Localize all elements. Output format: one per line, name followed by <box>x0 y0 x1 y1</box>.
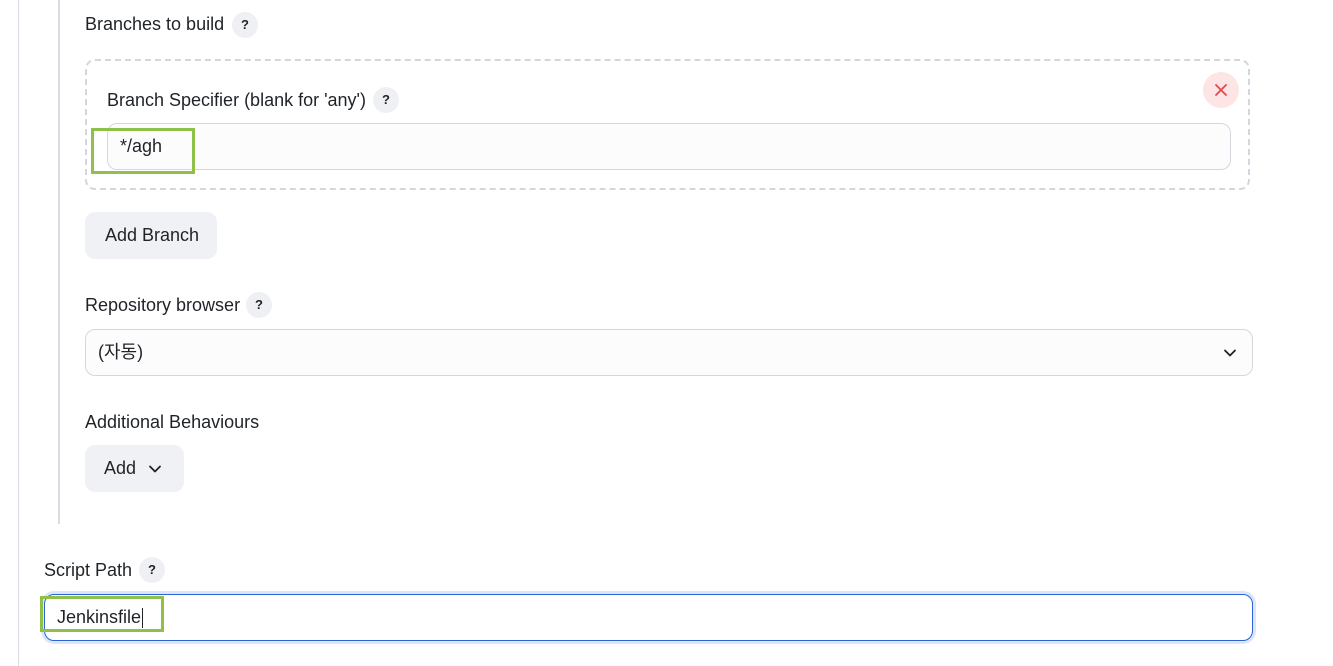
remove-branch-button[interactable] <box>1203 72 1239 108</box>
repository-browser-help-icon[interactable]: ? <box>246 292 272 318</box>
branches-help-icon[interactable]: ? <box>232 12 258 38</box>
outer-section-rule <box>18 0 19 666</box>
close-icon <box>1215 84 1227 96</box>
branch-specifier-input[interactable]: */agh <box>107 123 1231 170</box>
add-branch-button[interactable]: Add Branch <box>85 212 217 259</box>
add-behaviour-label: Add <box>104 458 137 478</box>
script-path-value: Jenkinsfile <box>57 607 142 627</box>
branch-specifier-help-icon[interactable]: ? <box>373 87 399 113</box>
repository-browser-selected: (자동) <box>98 342 144 362</box>
branches-to-build-label: Branches to build <box>85 14 225 34</box>
inner-section-rule <box>58 0 60 524</box>
repository-browser-label: Repository browser <box>85 295 241 315</box>
branch-specifier-label: Branch Specifier (blank for 'any') <box>107 90 366 110</box>
chevron-down-icon <box>149 465 161 473</box>
repository-browser-select[interactable]: (자동) <box>85 329 1253 376</box>
script-path-help-icon[interactable]: ? <box>139 557 165 583</box>
jenkins-scm-config: Branches to build ? Branch Specifier (bl… <box>0 0 1333 666</box>
script-path-input[interactable]: Jenkinsfile <box>44 594 1253 641</box>
script-path-label: Script Path <box>44 560 133 580</box>
add-behaviour-button[interactable]: Add <box>85 445 184 492</box>
chevron-down-icon <box>1224 349 1236 357</box>
text-caret <box>142 608 144 629</box>
additional-behaviours-label: Additional Behaviours <box>85 412 260 432</box>
